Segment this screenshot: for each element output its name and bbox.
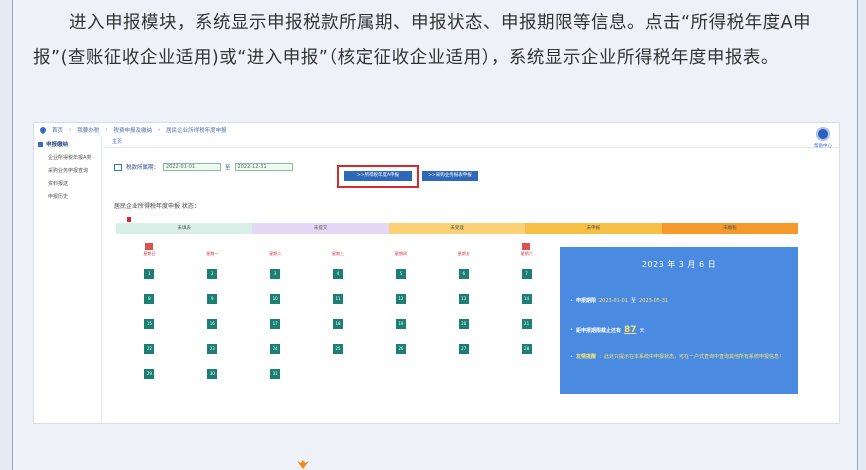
calendar-day[interactable]: 23 (207, 343, 218, 354)
tax-period: 税款所属期： 2022-01-01 至 2022-12-31 (114, 163, 293, 171)
status-bar: 未提交 (252, 223, 389, 234)
reminder-line: • 友情提醒 ：此处只提示在本系统中申报状态，可在一户式查询中查询其他所有系统申… (570, 354, 784, 360)
status-bar: 未填表 (116, 223, 253, 234)
calendar-day[interactable]: 19 (395, 318, 406, 329)
calendar-week: 22 23 24 25 26 27 28 (118, 336, 558, 361)
calendar-day[interactable]: 7 (521, 268, 532, 279)
orange-ornament-icon (297, 460, 309, 469)
breadcrumb-item[interactable]: 我要办税 (77, 126, 99, 134)
status-bar: 未申报 (525, 223, 662, 234)
sidebar-item-annual-a[interactable]: 企业所得税年报A类 (34, 151, 101, 164)
calendar: 星期日 星期一 星期二 星期三 星期四 星期五 星期六 1 2 3 4 5 6 … (118, 243, 558, 386)
article-page: 进入申报模块，系统显示申报税款所属期、申报状态、申报期限等信息。点击“所得税年度… (12, 0, 858, 470)
calendar-day[interactable]: 18 (333, 318, 343, 329)
system-screenshot: 首页 › 我要办税 › 税费申报及缴纳 › 居民企业所得税年度申报 申报缴纳 企业所得… (33, 122, 840, 425)
calendar-day[interactable]: 21 (521, 318, 532, 329)
calendar-day[interactable]: 10 (270, 293, 281, 304)
calendar-day[interactable]: 16 (207, 318, 218, 329)
sidebar-item-materials[interactable]: 资料报送 (34, 177, 101, 190)
period-sep: 至 (225, 165, 231, 171)
sidebar-item-purchase[interactable]: 采购业务申报查询 (34, 164, 101, 177)
calendar-day[interactable]: 1 (144, 268, 155, 279)
remaining-days-line: • 距申报期限截止还有 87 天 (570, 325, 645, 335)
calendar-day[interactable]: 25 (333, 343, 343, 354)
calendar-day[interactable]: 29 (144, 368, 155, 379)
calendar-day[interactable]: 11 (333, 293, 343, 304)
calendar-day[interactable]: 28 (521, 343, 532, 354)
calendar-week: 8 9 10 11 12 13 14 (118, 286, 558, 311)
calendar-day[interactable]: 14 (521, 293, 532, 304)
tab-home[interactable]: 主页 (104, 137, 839, 148)
weekday-thu: 星期四 (394, 251, 407, 256)
calendar-day[interactable]: 31 (270, 368, 281, 379)
calendar-day[interactable]: 26 (395, 343, 406, 354)
calendar-day[interactable]: 4 (333, 268, 343, 279)
calendar-week: 15 16 17 18 19 20 21 (118, 311, 558, 336)
weekday-fri: 星期五 (457, 251, 470, 256)
calendar-week: 29 30 31 (118, 361, 558, 386)
calendar-day[interactable]: 27 (458, 343, 469, 354)
annual-a-declare-button[interactable]: >>所得税年度A申报 (344, 171, 412, 181)
calendar-week: 1 2 3 4 5 6 7 (118, 261, 558, 286)
calendar-day[interactable]: 30 (207, 368, 218, 379)
weekday-wed: 星期三 (332, 251, 344, 256)
weekday-sat: 星期六 (495, 243, 558, 261)
enter-declare-button[interactable]: >>采购业务报表申报 (422, 171, 478, 181)
weekday-mon: 星期一 (206, 251, 219, 256)
breadcrumb: 首页 › 我要办税 › 税费申报及缴纳 › 居民企业所得税年度申报 (34, 123, 839, 137)
calendar-day[interactable]: 9 (207, 293, 218, 304)
breadcrumb-item[interactable]: 税费申报及缴纳 (113, 126, 152, 134)
deadline-info-panel: 2023 年 3 月 6 日 • 申报期限 2023-01-01 至 2023-… (560, 247, 798, 394)
calendar-day[interactable]: 3 (270, 268, 281, 279)
calendar-day[interactable]: 2 (207, 268, 218, 279)
flag-icon (127, 217, 131, 222)
weekday-tue: 星期二 (269, 251, 282, 256)
sidebar-title: 申报缴纳 (34, 137, 101, 151)
location-icon (38, 125, 48, 135)
status-bar: 未缴税 (661, 223, 799, 234)
calendar-day[interactable]: 13 (458, 293, 469, 304)
breadcrumb-item[interactable]: 首页 (52, 126, 63, 134)
sidebar-item-history[interactable]: 申报历史 (34, 190, 101, 203)
calendar-day[interactable]: 24 (270, 343, 281, 354)
calendar-day[interactable]: 6 (458, 268, 469, 279)
menu-icon (38, 141, 43, 147)
current-date: 2023 年 3 月 6 日 (641, 260, 717, 269)
calendar-day[interactable]: 15 (144, 318, 155, 329)
intro-paragraph: 进入申报模块，系统显示申报税款所属期、申报状态、申报期限等信息。点击“所得税年度… (33, 13, 812, 68)
calendar-day[interactable]: 22 (144, 343, 155, 354)
deadline-line: • 申报期限 2023-01-01 至 2023-05-31 (570, 297, 669, 305)
period-start-input[interactable]: 2022-01-01 (163, 163, 222, 171)
main-panel: 主页 帮助中心 税款所属期： 2022-01-01 至 2022-12-31 >… (104, 127, 839, 425)
calendar-header: 星期日 星期一 星期二 星期三 星期四 星期五 星期六 (118, 243, 558, 261)
status-label: 居民企业所得税年度申报 状态： (114, 203, 200, 210)
weekend-marker-icon (522, 243, 531, 250)
calendar-day[interactable]: 8 (144, 293, 155, 304)
headset-icon (816, 127, 830, 141)
calendar-day[interactable]: 12 (395, 293, 406, 304)
help-center[interactable]: 帮助中心 (809, 127, 837, 149)
calendar-day[interactable]: 5 (395, 268, 406, 279)
status-bars: 未填表 未提交 未受理 未申报 未缴税 (116, 223, 799, 234)
remaining-days: 87 (623, 325, 637, 335)
weekend-marker-icon (145, 243, 153, 250)
period-end-input[interactable]: 2022-12-31 (234, 163, 293, 171)
period-label: 税款所属期： (126, 165, 160, 171)
status-bar: 未受理 (388, 223, 526, 234)
breadcrumb-item[interactable]: 居民企业所得税年度申报 (166, 126, 227, 134)
calendar-icon (114, 163, 122, 171)
sidebar: 申报缴纳 企业所得税年报A类 采购业务申报查询 资料报送 申报历史 (34, 137, 102, 425)
calendar-day[interactable]: 20 (458, 318, 469, 329)
calendar-day[interactable]: 17 (270, 318, 281, 329)
weekday-sun: 星期日 (118, 243, 181, 261)
